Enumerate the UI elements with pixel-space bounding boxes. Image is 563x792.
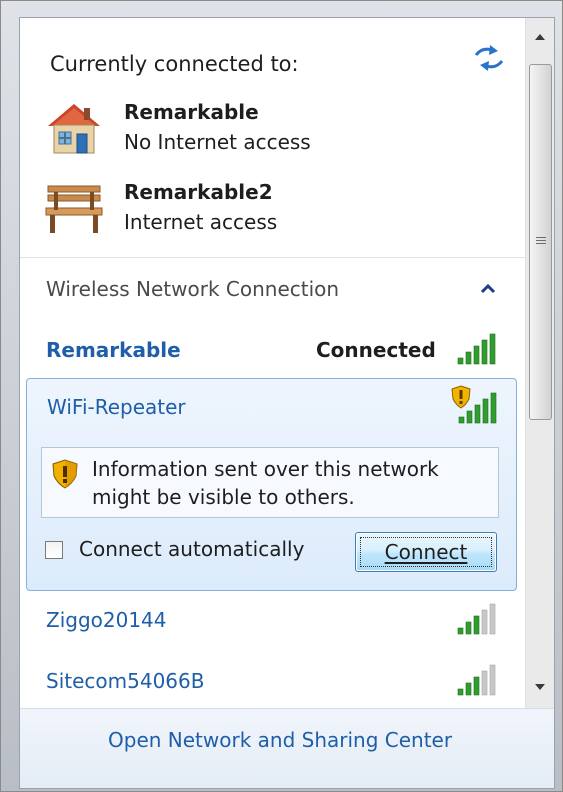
wifi-signal-icon [457,603,496,635]
signal-bar [457,688,464,696]
public-network-bench-icon [45,185,103,233]
signal-bar [473,615,480,635]
signal-bar [481,609,488,635]
signal-bar [473,345,480,365]
signal-bar [489,664,496,696]
connect-button-label: Connect [384,540,468,564]
security-warning-box: Information sent over this network might… [41,447,499,518]
signal-bar [465,682,472,696]
signal-bar [482,398,489,424]
currently-connected-label: Currently connected to: [50,52,299,76]
signal-bar [473,676,480,696]
shield-warning-icon [52,459,78,489]
shield-warning-icon [451,385,471,409]
wifi-signal-icon [457,664,496,696]
chevron-up-icon[interactable] [478,279,498,299]
signal-bar [490,392,497,424]
signal-bar [465,621,472,635]
signal-bar [465,351,472,365]
connection-status: No Internet access [124,130,311,154]
thumb-grip-line [536,243,546,244]
scroll-down-arrow-icon[interactable] [528,676,552,698]
signal-bar [457,627,464,635]
signal-bar [481,670,488,696]
refresh-arrows-icon[interactable] [472,41,506,75]
home-network-icon [48,104,100,154]
network-flyout-frame: Currently connected to: Remarkable No In… [0,0,563,792]
wireless-section-title: Wireless Network Connection [46,277,340,301]
flyout-footer: Open Network and Sharing Center [20,708,554,788]
scrollbar-thumb[interactable] [529,64,552,420]
scroll-up-arrow-icon[interactable] [528,26,552,48]
network-flyout-panel: Currently connected to: Remarkable No In… [19,17,555,789]
selected-network-panel[interactable]: WiFi-Repeater Information sent over this… [26,378,517,591]
signal-bar [474,404,481,424]
connection-name: Remarkable [124,100,259,124]
connection-name: Remarkable2 [124,180,273,204]
open-network-sharing-center-link[interactable]: Open Network and Sharing Center [108,728,452,752]
wifi-network-name: WiFi-Repeater [47,395,186,419]
network-list-area: Currently connected to: Remarkable No In… [20,18,525,708]
connection-state-label: Connected [316,338,436,362]
connect-automatically-checkbox[interactable] [45,541,63,559]
signal-bar [458,416,465,424]
wifi-signal-warning-icon [451,385,499,425]
thumb-grip-line [536,240,546,241]
security-warning-text: Information sent over this network might… [92,457,439,509]
wifi-network-name: Remarkable [46,338,181,362]
signal-bar [457,357,464,365]
signal-bar [489,603,496,635]
connect-button[interactable]: Connect [355,532,497,572]
signal-bar [489,333,496,365]
section-divider [20,257,525,258]
wifi-signal-icon [457,333,496,365]
connect-automatically-label[interactable]: Connect automatically [79,537,304,561]
signal-bar [481,339,488,365]
thumb-grip-line [536,237,546,238]
wifi-network-name: Sitecom54066B [46,669,205,693]
wifi-network-name: Ziggo20144 [46,608,167,632]
signal-bar [466,410,473,424]
connection-status: Internet access [124,210,278,234]
vertical-scrollbar[interactable] [525,18,554,708]
